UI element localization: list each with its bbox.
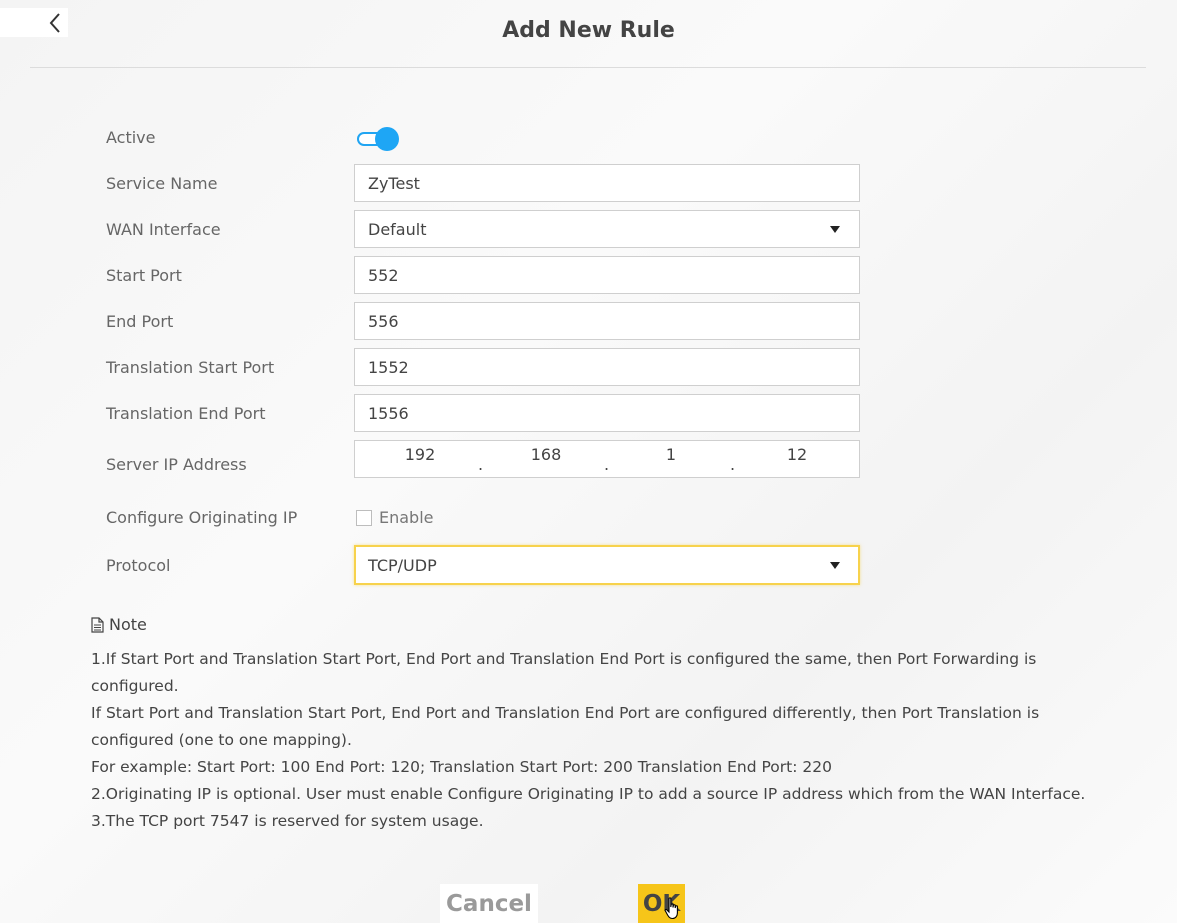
originating-ip-label: Configure Originating IP (106, 508, 298, 527)
start-port-label: Start Port (106, 266, 182, 285)
active-toggle[interactable] (357, 127, 399, 151)
note-line: 1.If Start Port and Translation Start Po… (91, 650, 1037, 695)
page-title: Add New Rule (502, 18, 675, 43)
note-body: 1.If Start Port and Translation Start Po… (91, 646, 1091, 835)
note-line: If Start Port and Translation Start Port… (91, 704, 1040, 749)
translation-start-port-label: Translation Start Port (106, 358, 275, 377)
server-ip-label: Server IP Address (106, 455, 247, 474)
enable-checkbox-label: Enable (379, 508, 434, 527)
ip-separator: . (478, 455, 484, 474)
translation-end-port-label: Translation End Port (106, 404, 266, 423)
document-icon (91, 616, 104, 633)
start-port-input[interactable]: 552 (354, 256, 860, 294)
service-name-value: ZyTest (368, 173, 420, 193)
ip-octet-4-input[interactable]: 12 (757, 437, 837, 473)
wan-interface-value: Default (368, 219, 427, 239)
ip-separator: . (604, 455, 610, 474)
service-name-label: Service Name (106, 174, 218, 193)
active-label: Active (106, 128, 156, 147)
ip-octet-2-input[interactable]: 168 (506, 437, 586, 473)
translation-end-port-value: 1556 (368, 403, 409, 423)
end-port-label: End Port (106, 312, 174, 331)
originating-ip-enable[interactable]: Enable (356, 508, 434, 527)
note-line: 2.Originating IP is optional. User must … (91, 785, 1086, 803)
translation-end-port-input[interactable]: 1556 (354, 394, 860, 432)
protocol-select[interactable]: TCP/UDP (354, 545, 860, 585)
note-title: Note (109, 615, 147, 634)
end-port-input[interactable]: 556 (354, 302, 860, 340)
caret-down-icon (830, 561, 840, 569)
translation-start-port-input[interactable]: 1552 (354, 348, 860, 386)
start-port-value: 552 (368, 265, 399, 285)
note-line: 3.The TCP port 7547 is reserved for syst… (91, 812, 484, 830)
hand-pointer-icon (664, 897, 678, 920)
ip-octet-1-input[interactable]: 192 (380, 437, 460, 473)
ip-separator: . (730, 455, 736, 474)
translation-start-port-value: 1552 (368, 357, 409, 377)
service-name-input[interactable]: ZyTest (354, 164, 860, 202)
protocol-value: TCP/UDP (368, 555, 437, 575)
caret-down-icon (830, 225, 840, 233)
header-divider (30, 67, 1146, 68)
wan-interface-select[interactable]: Default (354, 210, 860, 248)
end-port-value: 556 (368, 311, 399, 331)
note-line: For example: Start Port: 100 End Port: 1… (91, 758, 832, 776)
note-header: Note (91, 615, 147, 634)
server-ip-field: 192 . 168 . 1 . 12 (354, 440, 860, 478)
wan-interface-label: WAN Interface (106, 220, 221, 239)
ip-octet-3-input[interactable]: 1 (631, 437, 711, 473)
enable-checkbox[interactable] (356, 509, 372, 526)
cancel-button[interactable]: Cancel (440, 884, 538, 923)
protocol-label: Protocol (106, 556, 171, 575)
toggle-knob (375, 127, 399, 151)
